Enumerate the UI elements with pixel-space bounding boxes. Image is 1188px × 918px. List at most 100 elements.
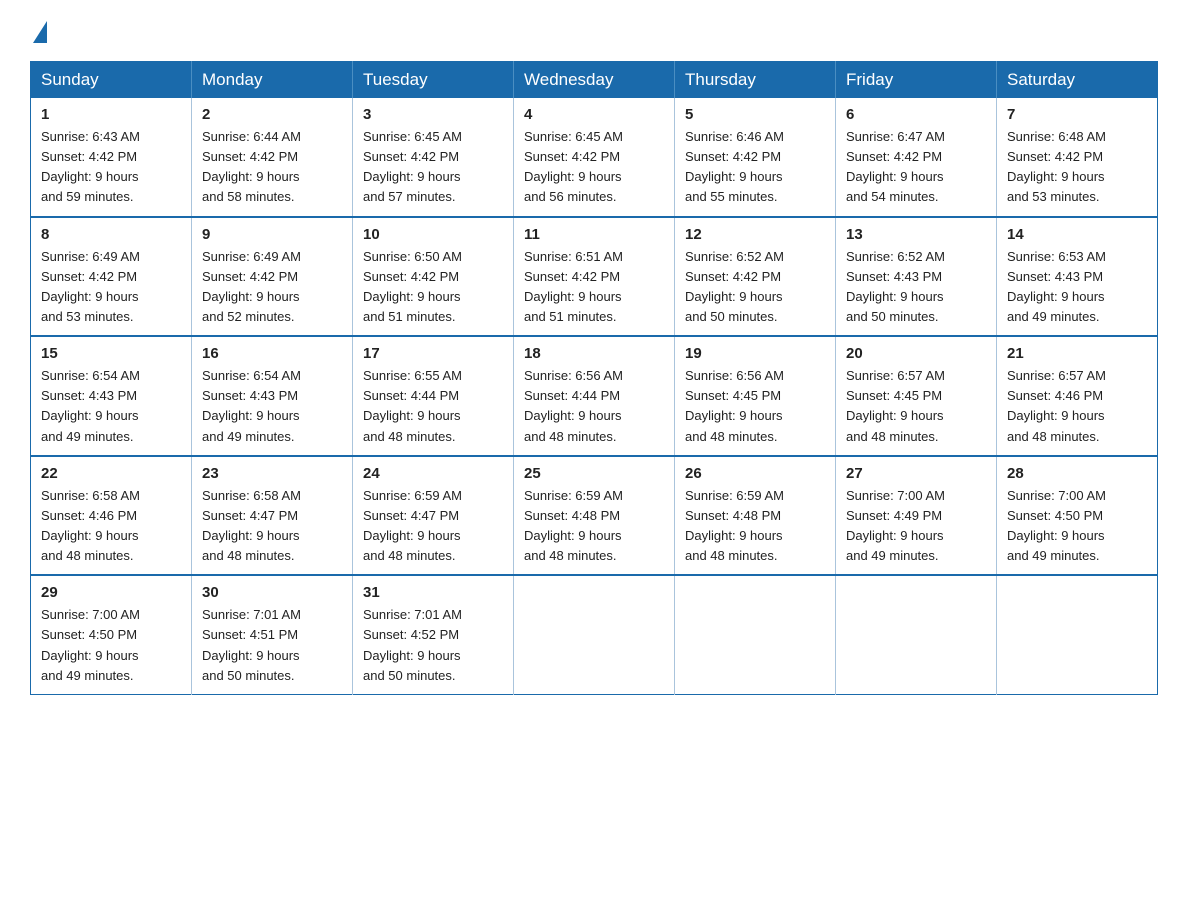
day-number: 22 [41,465,181,482]
calendar-day-cell: 28 Sunrise: 7:00 AM Sunset: 4:50 PM Dayli… [997,456,1158,576]
day-info: Sunrise: 6:58 AM Sunset: 4:46 PM Dayligh… [41,486,181,567]
day-info: Sunrise: 6:44 AM Sunset: 4:42 PM Dayligh… [202,127,342,208]
day-number: 10 [363,226,503,243]
day-info: Sunrise: 6:53 AM Sunset: 4:43 PM Dayligh… [1007,247,1147,328]
day-info: Sunrise: 6:55 AM Sunset: 4:44 PM Dayligh… [363,366,503,447]
day-number: 7 [1007,106,1147,123]
day-number: 4 [524,106,664,123]
calendar-day-cell: 2 Sunrise: 6:44 AM Sunset: 4:42 PM Daylig… [192,98,353,217]
calendar-day-cell: 11 Sunrise: 6:51 AM Sunset: 4:42 PM Dayli… [514,217,675,337]
day-number: 2 [202,106,342,123]
calendar-week-row: 15 Sunrise: 6:54 AM Sunset: 4:43 PM Dayli… [31,336,1158,456]
day-number: 23 [202,465,342,482]
day-number: 29 [41,584,181,601]
logo-triangle-icon [33,21,47,43]
day-info: Sunrise: 6:52 AM Sunset: 4:42 PM Dayligh… [685,247,825,328]
day-number: 1 [41,106,181,123]
calendar-day-cell: 6Sunrise: 6:47 AM Sunset: 4:42 PM Daylig… [836,98,997,217]
day-info: Sunrise: 6:58 AM Sunset: 4:47 PM Dayligh… [202,486,342,567]
calendar-day-cell: 4 Sunrise: 6:45 AM Sunset: 4:42 PM Daylig… [514,98,675,217]
calendar-week-row: 1 Sunrise: 6:43 AM Sunset: 4:42 PM Daylig… [31,98,1158,217]
day-number: 20 [846,345,986,362]
day-info: Sunrise: 6:49 AM Sunset: 4:42 PM Dayligh… [41,247,181,328]
day-info: Sunrise: 7:00 AM Sunset: 4:50 PM Dayligh… [1007,486,1147,567]
day-info: Sunrise: 6:45 AM Sunset: 4:42 PM Dayligh… [524,127,664,208]
calendar-day-cell: 22 Sunrise: 6:58 AM Sunset: 4:46 PM Dayli… [31,456,192,576]
calendar-day-cell: 9 Sunrise: 6:49 AM Sunset: 4:42 PM Daylig… [192,217,353,337]
day-number: 9 [202,226,342,243]
day-info: Sunrise: 7:00 AM Sunset: 4:50 PM Dayligh… [41,605,181,686]
day-number: 24 [363,465,503,482]
weekday-header: Wednesday [514,62,675,99]
day-info: Sunrise: 6:56 AM Sunset: 4:45 PM Dayligh… [685,366,825,447]
day-info: Sunrise: 7:01 AM Sunset: 4:52 PM Dayligh… [363,605,503,686]
calendar-day-cell: 29 Sunrise: 7:00 AM Sunset: 4:50 PM Dayli… [31,575,192,694]
day-info: Sunrise: 6:52 AM Sunset: 4:43 PM Dayligh… [846,247,986,328]
day-number: 14 [1007,226,1147,243]
day-info: Sunrise: 7:00 AM Sunset: 4:49 PM Dayligh… [846,486,986,567]
calendar-day-cell: 23 Sunrise: 6:58 AM Sunset: 4:47 PM Dayli… [192,456,353,576]
day-number: 3 [363,106,503,123]
day-number: 8 [41,226,181,243]
weekday-header: Tuesday [353,62,514,99]
calendar-day-cell: 18 Sunrise: 6:56 AM Sunset: 4:44 PM Dayli… [514,336,675,456]
calendar-day-cell: 31 Sunrise: 7:01 AM Sunset: 4:52 PM Dayli… [353,575,514,694]
calendar-day-cell: 3 Sunrise: 6:45 AM Sunset: 4:42 PM Daylig… [353,98,514,217]
day-info: Sunrise: 6:57 AM Sunset: 4:45 PM Dayligh… [846,366,986,447]
day-number: 31 [363,584,503,601]
day-info: Sunrise: 6:59 AM Sunset: 4:47 PM Dayligh… [363,486,503,567]
weekday-header: Saturday [997,62,1158,99]
calendar-week-row: 8 Sunrise: 6:49 AM Sunset: 4:42 PM Daylig… [31,217,1158,337]
day-number: 12 [685,226,825,243]
day-info: Sunrise: 6:57 AM Sunset: 4:46 PM Dayligh… [1007,366,1147,447]
calendar-day-cell: 12 Sunrise: 6:52 AM Sunset: 4:42 PM Dayli… [675,217,836,337]
calendar-day-cell: 19 Sunrise: 6:56 AM Sunset: 4:45 PM Dayli… [675,336,836,456]
day-info: Sunrise: 7:01 AM Sunset: 4:51 PM Dayligh… [202,605,342,686]
calendar-day-cell: 20 Sunrise: 6:57 AM Sunset: 4:45 PM Dayli… [836,336,997,456]
day-info: Sunrise: 6:49 AM Sunset: 4:42 PM Dayligh… [202,247,342,328]
day-number: 26 [685,465,825,482]
day-number: 21 [1007,345,1147,362]
day-info: Sunrise: 6:45 AM Sunset: 4:42 PM Dayligh… [363,127,503,208]
day-number: 5 [685,106,825,123]
calendar-day-cell: 7 Sunrise: 6:48 AM Sunset: 4:42 PM Daylig… [997,98,1158,217]
weekday-header: Friday [836,62,997,99]
calendar-day-cell: 25 Sunrise: 6:59 AM Sunset: 4:48 PM Dayli… [514,456,675,576]
day-info: Sunrise: 6:51 AM Sunset: 4:42 PM Dayligh… [524,247,664,328]
calendar-day-cell: 21 Sunrise: 6:57 AM Sunset: 4:46 PM Dayli… [997,336,1158,456]
calendar-day-cell: 5 Sunrise: 6:46 AM Sunset: 4:42 PM Daylig… [675,98,836,217]
day-number: 28 [1007,465,1147,482]
day-info: Sunrise: 6:50 AM Sunset: 4:42 PM Dayligh… [363,247,503,328]
calendar-day-cell: 13Sunrise: 6:52 AM Sunset: 4:43 PM Dayli… [836,217,997,337]
calendar-day-cell: 1 Sunrise: 6:43 AM Sunset: 4:42 PM Daylig… [31,98,192,217]
day-info: Sunrise: 6:48 AM Sunset: 4:42 PM Dayligh… [1007,127,1147,208]
calendar-day-cell: 30 Sunrise: 7:01 AM Sunset: 4:51 PM Dayli… [192,575,353,694]
calendar-empty-cell [836,575,997,694]
day-number: 16 [202,345,342,362]
day-info: Sunrise: 6:54 AM Sunset: 4:43 PM Dayligh… [41,366,181,447]
calendar-table: SundayMondayTuesdayWednesdayThursdayFrid… [30,61,1158,695]
day-info: Sunrise: 6:46 AM Sunset: 4:42 PM Dayligh… [685,127,825,208]
page-header [30,20,1158,41]
day-number: 19 [685,345,825,362]
day-number: 27 [846,465,986,482]
day-number: 30 [202,584,342,601]
calendar-empty-cell [675,575,836,694]
day-info: Sunrise: 6:59 AM Sunset: 4:48 PM Dayligh… [685,486,825,567]
calendar-day-cell: 17Sunrise: 6:55 AM Sunset: 4:44 PM Dayli… [353,336,514,456]
calendar-day-cell: 27 Sunrise: 7:00 AM Sunset: 4:49 PM Dayli… [836,456,997,576]
day-number: 18 [524,345,664,362]
day-info: Sunrise: 6:59 AM Sunset: 4:48 PM Dayligh… [524,486,664,567]
calendar-week-row: 22 Sunrise: 6:58 AM Sunset: 4:46 PM Dayli… [31,456,1158,576]
calendar-day-cell: 24 Sunrise: 6:59 AM Sunset: 4:47 PM Dayli… [353,456,514,576]
calendar-day-cell: 10 Sunrise: 6:50 AM Sunset: 4:42 PM Dayli… [353,217,514,337]
calendar-header-row: SundayMondayTuesdayWednesdayThursdayFrid… [31,62,1158,99]
day-info: Sunrise: 6:56 AM Sunset: 4:44 PM Dayligh… [524,366,664,447]
day-number: 15 [41,345,181,362]
day-info: Sunrise: 6:43 AM Sunset: 4:42 PM Dayligh… [41,127,181,208]
day-number: 25 [524,465,664,482]
calendar-day-cell: 16Sunrise: 6:54 AM Sunset: 4:43 PM Dayli… [192,336,353,456]
calendar-week-row: 29 Sunrise: 7:00 AM Sunset: 4:50 PM Dayli… [31,575,1158,694]
calendar-day-cell: 26 Sunrise: 6:59 AM Sunset: 4:48 PM Dayli… [675,456,836,576]
day-number: 11 [524,226,664,243]
